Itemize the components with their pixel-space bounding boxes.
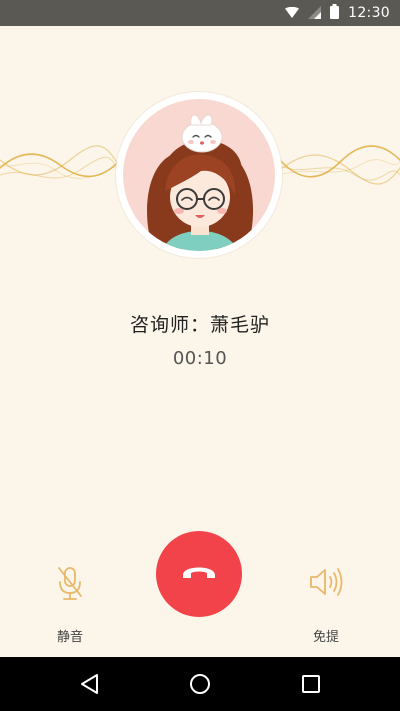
- caller-name: 咨询师：萧毛驴: [129, 314, 270, 336]
- home-icon[interactable]: [187, 671, 213, 697]
- navigation-bar: [0, 657, 400, 711]
- mic-off-icon[interactable]: [50, 562, 90, 602]
- status-bar: 12:30: [0, 0, 400, 26]
- back-icon[interactable]: [77, 671, 103, 697]
- wifi-icon: [285, 4, 300, 23]
- speaker-label: 免提: [312, 630, 339, 645]
- signal-icon: [308, 4, 322, 23]
- speaker-icon[interactable]: [306, 562, 346, 602]
- mute-label: 静音: [56, 630, 83, 645]
- status-time: 12:30: [348, 5, 390, 21]
- speaker-control[interactable]: 免提: [286, 562, 366, 645]
- avatar-ring: [116, 92, 282, 258]
- avatar-illustration: [147, 114, 254, 251]
- avatar: [123, 99, 275, 251]
- status-icons: 12:30: [285, 0, 390, 26]
- phone-hangup-icon: [181, 563, 217, 585]
- hangup-button[interactable]: [156, 531, 242, 617]
- mute-control[interactable]: 静音: [30, 562, 110, 645]
- call-screen: 12:30 咨询师：萧毛驴 00:10 静音 免提: [0, 0, 400, 711]
- call-duration: 00:10: [172, 348, 228, 369]
- recents-icon[interactable]: [298, 671, 324, 697]
- battery-icon: [330, 3, 340, 23]
